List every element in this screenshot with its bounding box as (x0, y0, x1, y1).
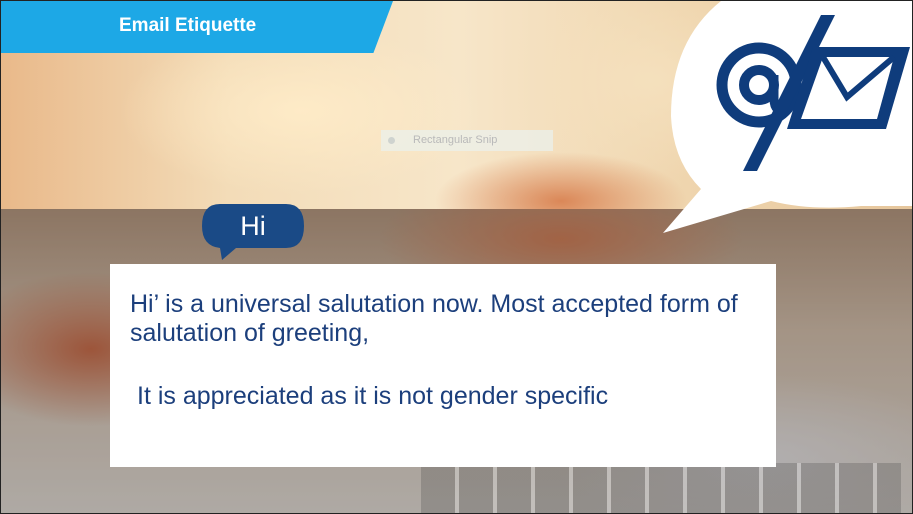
gender-paragraph: It is appreciated as it is not gender sp… (137, 382, 609, 410)
salutation-paragraph: Hi’ is a universal salutation now. Most … (130, 290, 738, 347)
slide-title: Email Etiquette (119, 15, 257, 36)
rectangular-snip-label: Rectangular Snip (381, 130, 553, 151)
email-logo-bubble (663, 1, 912, 233)
hi-bubble-text: Hi (240, 211, 266, 241)
snip-indicator-icon (388, 137, 395, 144)
keyboard-image (421, 463, 901, 513)
slide: Email Etiquette Rectangular Snip Hi Hi’ … (0, 0, 913, 514)
